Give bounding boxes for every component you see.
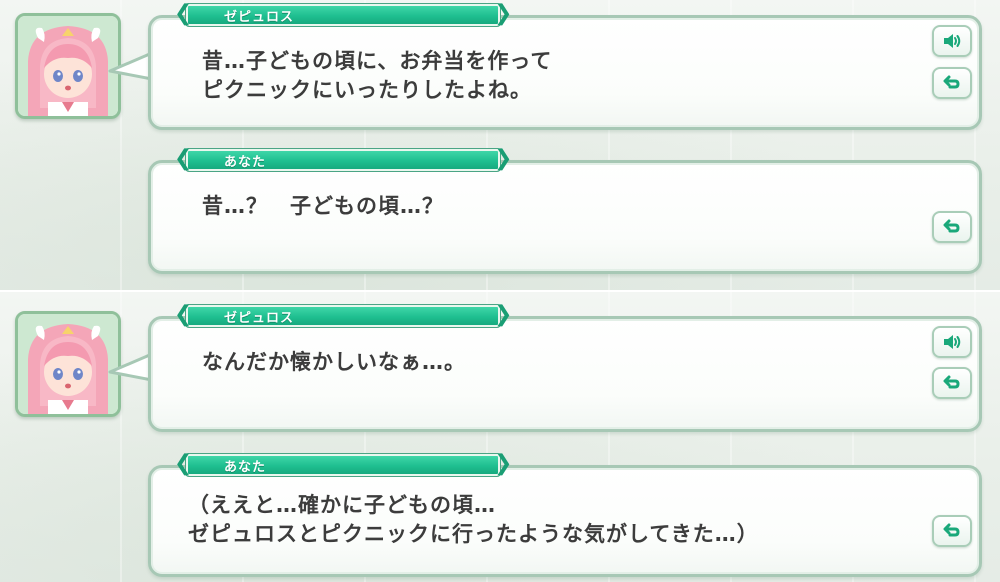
nameplate-left-ornament-icon: ❮	[174, 302, 193, 327]
message-text: なんだか懐かしいなぁ…。	[202, 350, 466, 374]
replay-icon	[943, 375, 960, 389]
character-portrait-icon	[18, 16, 118, 116]
speaker-nameplate: ❮ ❯ あなた	[174, 147, 512, 173]
speaker-name: あなた	[224, 155, 267, 170]
message-text: 昔…？ 子どもの頃…？	[202, 194, 444, 218]
speaker-icon	[944, 335, 961, 349]
log-panel-top: ❮ ❯ ゼピュロス 昔…子どもの頃に、お弁当を作って ピクニックにいったりしたよ…	[0, 0, 1000, 290]
speaker-nameplate: ❮ ❯ ゼピュロス	[174, 303, 512, 329]
speaker-icon	[944, 34, 961, 48]
nameplate-right-ornament-icon: ❯	[494, 451, 513, 476]
speaker-nameplate: ❮ ❯ ゼピュロス	[174, 2, 512, 28]
replay-button[interactable]	[932, 67, 972, 99]
replay-button[interactable]	[932, 367, 972, 399]
speaker-name: あなた	[224, 460, 267, 475]
nameplate-right-ornament-icon: ❯	[494, 146, 513, 171]
nameplate-left-ornament-icon: ❮	[174, 451, 193, 476]
character-avatar	[15, 311, 121, 417]
replay-icon	[943, 75, 960, 89]
speaker-name: ゼピュロス	[224, 10, 295, 25]
replay-icon	[943, 523, 960, 537]
speaker-name: ゼピュロス	[224, 311, 295, 326]
nameplate-right-ornament-icon: ❯	[494, 1, 513, 26]
message-4: ❮ ❯ あなた （ええと…確かに子どもの頃… ゼピュロスとピクニックに行ったよう…	[148, 452, 982, 577]
message-2: ❮ ❯ あなた 昔…？ 子どもの頃…？	[148, 147, 982, 274]
speech-tail	[108, 352, 152, 382]
nameplate-left-ornament-icon: ❮	[174, 146, 193, 171]
character-portrait-icon	[18, 314, 118, 414]
character-avatar	[15, 13, 121, 119]
message-1: ❮ ❯ ゼピュロス 昔…子どもの頃に、お弁当を作って ピクニックにいったりしたよ…	[108, 2, 982, 130]
speech-tail	[108, 51, 152, 81]
nameplate-left-ornament-icon: ❮	[174, 1, 193, 26]
message-text: （ええと…確かに子どもの頃… ゼピュロスとピクニックに行ったような気がしてきた……	[188, 493, 759, 546]
log-panel-bottom: ❮ ❯ ゼピュロス なんだか懐かしいなぁ…。 ❮ ❯ あなた （ええと…確かに子…	[0, 290, 1000, 582]
replay-button[interactable]	[932, 515, 972, 547]
message-text: 昔…子どもの頃に、お弁当を作って ピクニックにいったりしたよね。	[202, 49, 553, 102]
nameplate-right-ornament-icon: ❯	[494, 302, 513, 327]
replay-icon	[943, 219, 960, 233]
message-3: ❮ ❯ ゼピュロス なんだか懐かしいなぁ…。	[108, 303, 982, 432]
voice-play-button[interactable]	[932, 326, 972, 358]
speaker-nameplate: ❮ ❯ あなた	[174, 452, 512, 478]
replay-button[interactable]	[932, 211, 972, 243]
voice-play-button[interactable]	[932, 25, 972, 57]
